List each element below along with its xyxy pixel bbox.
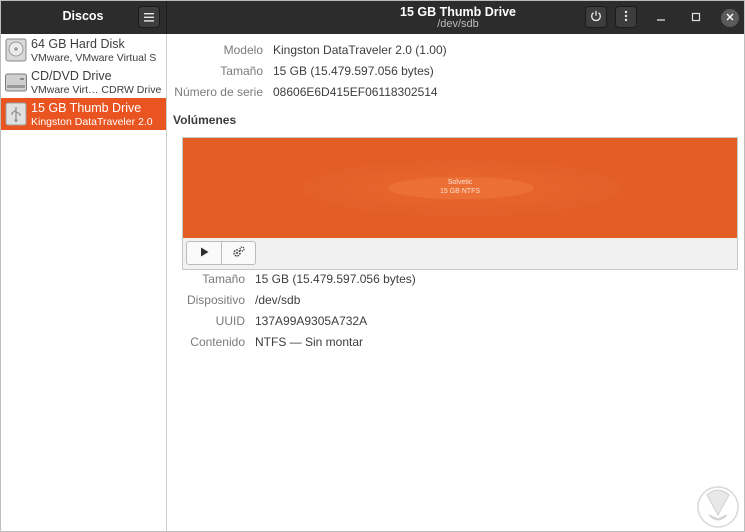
- content-label: Contenido: [190, 335, 245, 349]
- disk-description: VMware Virt… CDRW Drive: [31, 84, 162, 96]
- minimize-icon: [656, 11, 666, 25]
- sidebar-header: Discos: [1, 1, 167, 34]
- play-icon: [200, 247, 209, 260]
- volume-map: Solvetic 15 GB NTFS: [182, 137, 738, 270]
- partition-block[interactable]: Solvetic 15 GB NTFS: [183, 138, 737, 238]
- volume-toolbar: [186, 241, 256, 265]
- maximize-button[interactable]: [687, 9, 705, 27]
- disks-window: Discos 15 GB Thumb Drive /dev/sdb 64 GB …: [0, 0, 745, 532]
- title-area: 15 GB Thumb Drive /dev/sdb: [168, 1, 744, 34]
- partition-options-button[interactable]: [221, 242, 255, 264]
- serial-label: Número de serie: [174, 85, 263, 99]
- vertical-dots-icon: [624, 10, 628, 24]
- size-label: Tamaño: [220, 64, 263, 78]
- power-off-button[interactable]: [585, 6, 607, 28]
- device-row: Dispositivo /dev/sdb: [168, 293, 744, 309]
- drive-menu-button[interactable]: [615, 6, 637, 28]
- model-value: Kingston DataTraveler 2.0 (1.00): [273, 43, 447, 57]
- disk-name: CD/DVD Drive: [31, 69, 112, 83]
- volume-size-row: Tamaño 15 GB (15.479.597.056 bytes): [168, 272, 744, 288]
- drive-details: Modelo Kingston DataTraveler 2.0 (1.00) …: [168, 34, 744, 531]
- disk-item-thumb-drive[interactable]: 15 GB Thumb Drive Kingston DataTraveler …: [1, 98, 166, 130]
- window-title: 15 GB Thumb Drive: [400, 5, 516, 19]
- uuid-value: 137A99A9305A732A: [255, 314, 368, 328]
- serial-row: Número de serie 08606E6D415EF06118302514: [168, 85, 744, 101]
- usb-drive-icon: [5, 102, 27, 126]
- app-menu-button[interactable]: [138, 6, 160, 28]
- close-button[interactable]: [721, 9, 739, 27]
- power-icon: [590, 10, 602, 24]
- device-value: /dev/sdb: [255, 293, 301, 307]
- hamburger-menu-icon: [144, 11, 154, 24]
- window-subtitle: /dev/sdb: [437, 18, 479, 30]
- header-bar: Discos 15 GB Thumb Drive /dev/sdb: [1, 1, 744, 34]
- disk-item-hard-disk[interactable]: 64 GB Hard Disk VMware, VMware Virtual S: [1, 34, 166, 66]
- minimize-button[interactable]: [652, 9, 670, 27]
- device-label: Dispositivo: [186, 293, 245, 307]
- disk-name: 15 GB Thumb Drive: [31, 101, 142, 115]
- size-row: Tamaño 15 GB (15.479.597.056 bytes): [168, 64, 744, 80]
- disk-description: VMware, VMware Virtual S: [31, 52, 157, 64]
- model-label: Modelo: [223, 43, 263, 57]
- close-icon: [726, 12, 734, 24]
- volumes-heading: Volúmenes: [173, 113, 237, 127]
- watermark-logo-icon: [695, 485, 741, 529]
- gears-icon: [232, 245, 245, 261]
- partition-description: 15 GB NTFS: [439, 188, 481, 195]
- volume-size-label: Tamaño: [202, 272, 245, 286]
- mount-button[interactable]: [187, 242, 221, 264]
- uuid-row: UUID 137A99A9305A732A: [168, 314, 744, 330]
- partition-name: Solvetic: [447, 179, 473, 186]
- hard-disk-icon: [5, 38, 27, 62]
- disk-item-cd-dvd[interactable]: CD/DVD Drive VMware Virt… CDRW Drive: [1, 66, 166, 98]
- model-row: Modelo Kingston DataTraveler 2.0 (1.00): [168, 43, 744, 59]
- content-value: NTFS — Sin montar: [255, 335, 364, 349]
- content-row: Contenido NTFS — Sin montar: [168, 335, 744, 351]
- maximize-icon: [691, 11, 701, 25]
- disk-description: Kingston DataTraveler 2.0: [31, 116, 153, 128]
- uuid-label: UUID: [215, 314, 245, 328]
- disk-name: 64 GB Hard Disk: [31, 37, 125, 51]
- volume-size-value: 15 GB (15.479.597.056 bytes): [255, 272, 416, 286]
- serial-value: 08606E6D415EF06118302514: [273, 85, 438, 99]
- disk-list: 64 GB Hard Disk VMware, VMware Virtual S…: [1, 34, 167, 531]
- optical-drive-icon: [5, 70, 27, 94]
- size-value: 15 GB (15.479.597.056 bytes): [273, 64, 434, 78]
